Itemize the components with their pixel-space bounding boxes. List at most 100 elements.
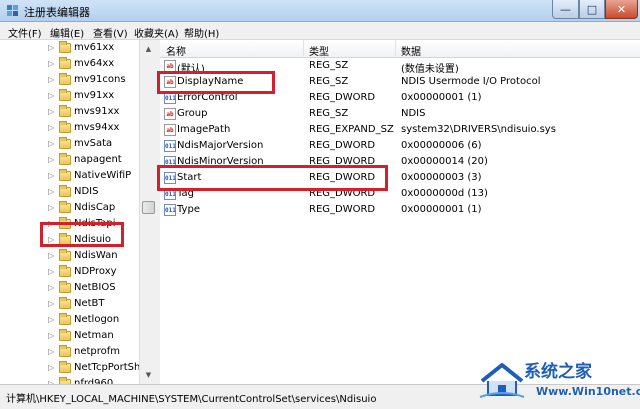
dword-value-icon: 011 xyxy=(164,156,176,168)
folder-icon xyxy=(59,137,71,149)
expand-icon[interactable]: ▷ xyxy=(48,315,54,324)
expand-icon[interactable]: ▷ xyxy=(48,155,54,164)
tree-item-ndiscap[interactable]: ▷ NdisCap xyxy=(0,200,139,216)
tree-item-napagent[interactable]: ▷ napagent xyxy=(0,152,139,168)
expand-icon[interactable]: ▷ xyxy=(48,251,54,260)
tree-item-netbios[interactable]: ▷ NetBIOS xyxy=(0,280,139,296)
value-row[interactable]: ab ImagePath REG_EXPAND_SZ system32\DRIVERS… xyxy=(160,122,640,138)
expand-icon[interactable]: ▷ xyxy=(48,219,54,228)
value-row[interactable]: 011 Type REG_DWORD 0x00000001 (1) xyxy=(160,202,640,218)
string-value-icon: ab xyxy=(164,108,176,120)
window-title: 注册表编辑器 xyxy=(24,6,90,19)
tree-vertical-scrollbar[interactable]: ▲ ▼ xyxy=(139,40,156,384)
folder-icon xyxy=(59,249,71,261)
tree-item-ndiswan[interactable]: ▷ NdisWan xyxy=(0,248,139,264)
scroll-down-icon[interactable]: ▼ xyxy=(141,367,156,383)
scroll-thumb[interactable] xyxy=(142,201,155,214)
folder-icon xyxy=(59,297,71,309)
tree-item-netprofm[interactable]: ▷ netprofm xyxy=(0,344,139,360)
folder-icon xyxy=(59,201,71,213)
menu-help[interactable]: 帮助(H) xyxy=(184,25,219,40)
tree-item-mv91cons[interactable]: ▷ mv91cons xyxy=(0,72,139,88)
tree-item-mv91xx[interactable]: ▷ mv91xx xyxy=(0,88,139,104)
expand-icon[interactable]: ▷ xyxy=(48,203,54,212)
expand-icon[interactable]: ▷ xyxy=(48,235,54,244)
tree-item-nfrd960[interactable]: ▷ nfrd960 xyxy=(0,376,139,384)
folder-icon xyxy=(59,345,71,357)
value-row[interactable]: ab Group REG_SZ NDIS xyxy=(160,106,640,122)
dword-value-icon: 011 xyxy=(164,188,176,200)
string-value-icon: ab xyxy=(164,76,176,88)
tree-item-netlogon[interactable]: ▷ Netlogon xyxy=(0,312,139,328)
tree-item-mvs94xx[interactable]: ▷ mvs94xx xyxy=(0,120,139,136)
column-header-data[interactable]: 数据 xyxy=(401,43,421,58)
folder-icon xyxy=(59,265,71,277)
menu-favorites[interactable]: 收藏夹(A) xyxy=(134,25,179,40)
minimize-button[interactable]: — xyxy=(552,0,579,19)
folder-icon xyxy=(59,217,71,229)
tree-item-mvs91xx[interactable]: ▷ mvs91xx xyxy=(0,104,139,120)
folder-icon xyxy=(59,313,71,325)
expand-icon[interactable]: ▷ xyxy=(48,347,54,356)
registry-path: 计算机\HKEY_LOCAL_MACHINE\SYSTEM\CurrentCon… xyxy=(6,394,377,405)
string-value-icon: ab xyxy=(164,60,176,72)
value-row[interactable]: 011 ErrorControl REG_DWORD 0x00000001 (1) xyxy=(160,90,640,106)
menu-edit[interactable]: 编辑(E) xyxy=(50,25,84,40)
column-header-name[interactable]: 名称 xyxy=(166,43,186,58)
tree-item-ndistapi[interactable]: ▷ NdisTapi xyxy=(0,216,139,232)
folder-icon xyxy=(59,153,71,165)
expand-icon[interactable]: ▷ xyxy=(48,43,54,52)
dword-value-icon: 011 xyxy=(164,140,176,152)
registry-tree[interactable]: ▷ mv61xx ▷ mv64xx ▷ mv91cons ▷ mv91xx ▷ mvs91… xyxy=(0,40,139,384)
value-row[interactable]: 011 NdisMinorVersion REG_DWORD 0x00000014 (… xyxy=(160,154,640,170)
folder-icon xyxy=(59,57,71,69)
expand-icon[interactable]: ▷ xyxy=(48,139,54,148)
value-row[interactable]: 011 NdisMajorVersion REG_DWORD 0x00000006 (… xyxy=(160,138,640,154)
menu-bar: 文件(F) 编辑(E) 查看(V) 收藏夹(A) 帮助(H) xyxy=(0,22,640,40)
expand-icon[interactable]: ▷ xyxy=(48,107,54,116)
tree-item-mv64xx[interactable]: ▷ mv64xx xyxy=(0,56,139,72)
scroll-up-icon[interactable]: ▲ xyxy=(141,41,156,57)
tree-item-netbt[interactable]: ▷ NetBT xyxy=(0,296,139,312)
values-list[interactable]: 名称 类型 数据 ab (默认) REG_SZ (数值未设置) ab DisplayNa… xyxy=(160,40,640,384)
close-button[interactable]: ✕ xyxy=(605,0,638,19)
menu-view[interactable]: 查看(V) xyxy=(93,25,128,40)
tree-item-nativewifip[interactable]: ▷ NativeWifiP xyxy=(0,168,139,184)
expand-icon[interactable]: ▷ xyxy=(48,299,54,308)
expand-icon[interactable]: ▷ xyxy=(48,283,54,292)
expand-icon[interactable]: ▷ xyxy=(48,171,54,180)
column-divider[interactable] xyxy=(395,40,396,58)
expand-icon[interactable]: ▷ xyxy=(48,75,54,84)
tree-item-nettcpportsha[interactable]: ▷NetTcpPortSha xyxy=(0,360,139,376)
menu-file[interactable]: 文件(F) xyxy=(8,25,42,40)
expand-icon[interactable]: ▷ xyxy=(48,267,54,276)
value-row[interactable]: ab (默认) REG_SZ (数值未设置) xyxy=(160,58,640,75)
column-header-type[interactable]: 类型 xyxy=(309,43,329,58)
tree-item-mv61xx[interactable]: ▷ mv61xx xyxy=(0,40,139,56)
value-row[interactable]: 011 Tag REG_DWORD 0x0000000d (13) xyxy=(160,186,640,202)
value-row[interactable]: ab DisplayName REG_SZ NDIS Usermode I/O Pro… xyxy=(160,74,640,90)
watermark-url: Www.Win10net.com xyxy=(536,385,640,398)
expand-icon[interactable]: ▷ xyxy=(48,91,54,100)
expand-icon[interactable]: ▷ xyxy=(48,123,54,132)
folder-icon xyxy=(59,281,71,293)
column-divider[interactable] xyxy=(303,40,304,58)
tree-item-mvsata[interactable]: ▷ mvSata xyxy=(0,136,139,152)
value-row[interactable]: 011 Start REG_DWORD 0x00000003 (3) xyxy=(160,170,640,186)
folder-icon xyxy=(59,169,71,181)
tree-item-ndisuio[interactable]: ▷ Ndisuio xyxy=(0,232,139,248)
folder-icon xyxy=(59,73,71,85)
expand-icon[interactable]: ▷ xyxy=(48,363,54,372)
expand-icon[interactable]: ▷ xyxy=(48,187,54,196)
expand-icon[interactable]: ▷ xyxy=(48,59,54,68)
tree-item-ndis[interactable]: ▷ NDIS xyxy=(0,184,139,200)
folder-icon xyxy=(59,233,71,245)
string-value-icon: ab xyxy=(164,124,176,136)
folder-icon xyxy=(59,121,71,133)
maximize-button[interactable]: □ xyxy=(579,0,605,19)
list-header: 名称 类型 数据 xyxy=(160,40,640,58)
tree-item-ndproxy[interactable]: ▷ NDProxy xyxy=(0,264,139,280)
expand-icon[interactable]: ▷ xyxy=(48,331,54,340)
tree-item-netman[interactable]: ▷ Netman xyxy=(0,328,139,344)
registry-editor-icon xyxy=(7,5,18,16)
